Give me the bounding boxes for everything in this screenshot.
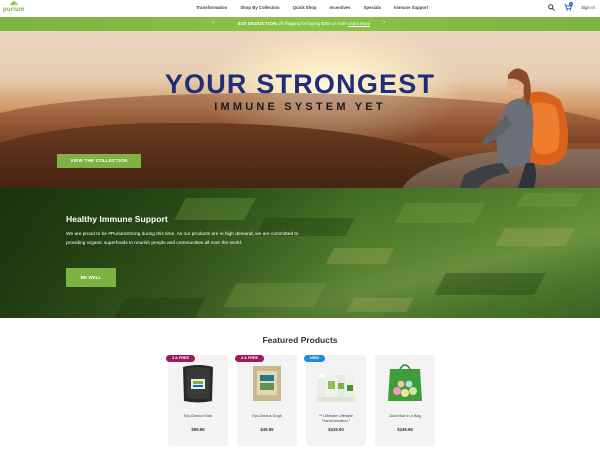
product-badge: 3 & FREE bbox=[166, 355, 196, 362]
purium-logo[interactable]: purium bbox=[3, 1, 25, 16]
nav-item-quick-shop[interactable]: Quick Shop bbox=[293, 5, 317, 10]
product-card[interactable]: NEW ** Ultimate Lifestyle Transformation… bbox=[304, 355, 366, 446]
product-name[interactable]: Epi-Genius Kids bbox=[170, 413, 226, 418]
nav-item-immune-support[interactable]: Immune Support bbox=[394, 5, 428, 10]
hiker-woman-image bbox=[460, 68, 568, 188]
field-patch bbox=[434, 273, 546, 295]
product-name[interactable]: ** Ultimate Lifestyle Transformation * bbox=[308, 413, 364, 423]
product-badge: NEW bbox=[304, 355, 325, 362]
promo-prev-arrow-icon[interactable]: ‹ bbox=[212, 19, 214, 26]
product-image-epi-genius-kids bbox=[183, 365, 213, 403]
product-price: $419.00 bbox=[328, 427, 344, 432]
product-price: $99.95 bbox=[191, 427, 205, 432]
product-name[interactable]: Juice Bar in a Bag bbox=[377, 413, 433, 418]
product-list: 3 & FREE Epi-Genius Kids $99.95 3 & FREE… bbox=[166, 355, 435, 446]
logo-text: purium bbox=[3, 7, 25, 13]
field-patch bbox=[495, 228, 575, 246]
product-badge: 3 & FREE bbox=[235, 355, 265, 362]
nav-item-transformation[interactable]: Transformation bbox=[196, 5, 227, 10]
hero-banner: YOUR STRONGEST IMMUNE SYSTEM YET VIEW TH… bbox=[0, 31, 600, 188]
hero-title-line2: IMMUNE SYSTEM YET bbox=[214, 101, 386, 113]
search-icon[interactable] bbox=[548, 4, 555, 11]
be-well-button[interactable]: BE WELL bbox=[66, 268, 116, 287]
sign-in-link[interactable]: Sign In bbox=[581, 5, 595, 10]
product-name[interactable]: Epi-Genius Dogs bbox=[239, 413, 295, 418]
product-price: $49.95 bbox=[260, 427, 274, 432]
promo-learn-more-link[interactable]: Learn More bbox=[348, 21, 370, 26]
field-patch bbox=[223, 283, 327, 307]
main-nav: Transformation Shop By Collection Quick … bbox=[196, 5, 428, 10]
promo-text: off shipping for buying $250 or more bbox=[278, 21, 347, 26]
product-image-epi-genius-dogs bbox=[253, 366, 281, 401]
nav-item-incentives[interactable]: Incentives bbox=[330, 5, 351, 10]
promo-bar: ‹ $10 DEDUCTION off shipping for buying … bbox=[0, 17, 600, 31]
promo-message: $10 DEDUCTION off shipping for buying $2… bbox=[238, 21, 370, 26]
product-card[interactable]: Juice Bar in a Bag $249.95 bbox=[375, 355, 435, 446]
immune-section-text: We are proud to be #PuriumStrong during … bbox=[66, 232, 299, 246]
immune-support-section: Healthy Immune Support We are proud to b… bbox=[0, 188, 600, 318]
nav-item-shop-by-collection[interactable]: Shop By Collection bbox=[240, 5, 279, 10]
view-collection-button[interactable]: VIEW THE COLLECTION bbox=[57, 154, 141, 168]
header-actions: 0 Sign In bbox=[548, 2, 595, 11]
field-patch bbox=[394, 203, 486, 223]
product-card[interactable]: 3 & FREE Epi-Genius Kids $99.95 bbox=[166, 355, 228, 446]
site-header: purium Transformation Shop By Collection… bbox=[0, 0, 600, 17]
featured-products-title: Featured Products bbox=[262, 335, 338, 345]
field-patch bbox=[346, 298, 414, 312]
field-patch bbox=[114, 298, 206, 318]
immune-section-title: Healthy Immune Support bbox=[66, 214, 168, 224]
product-card[interactable]: 3 & FREE Epi-Genius Dogs $49.95 bbox=[235, 355, 297, 446]
hero-title-line1: YOUR STRONGEST bbox=[164, 69, 436, 99]
field-patch bbox=[325, 248, 395, 264]
cart-count-badge: 0 bbox=[568, 2, 573, 6]
product-image-ultimate-lifestyle-transformation bbox=[317, 373, 355, 402]
promo-bold: $10 DEDUCTION bbox=[238, 21, 277, 26]
field-patch bbox=[516, 193, 584, 207]
nav-item-specials[interactable]: Specials bbox=[364, 5, 381, 10]
cart-button[interactable]: 0 bbox=[564, 2, 573, 11]
hero-title: YOUR STRONGEST IMMUNE SYSTEM YET bbox=[0, 69, 600, 113]
promo-next-arrow-icon[interactable]: › bbox=[383, 19, 385, 26]
field-patch bbox=[174, 198, 256, 220]
product-image-juice-bar-in-a-bag bbox=[388, 364, 422, 401]
product-price: $249.95 bbox=[397, 427, 413, 432]
